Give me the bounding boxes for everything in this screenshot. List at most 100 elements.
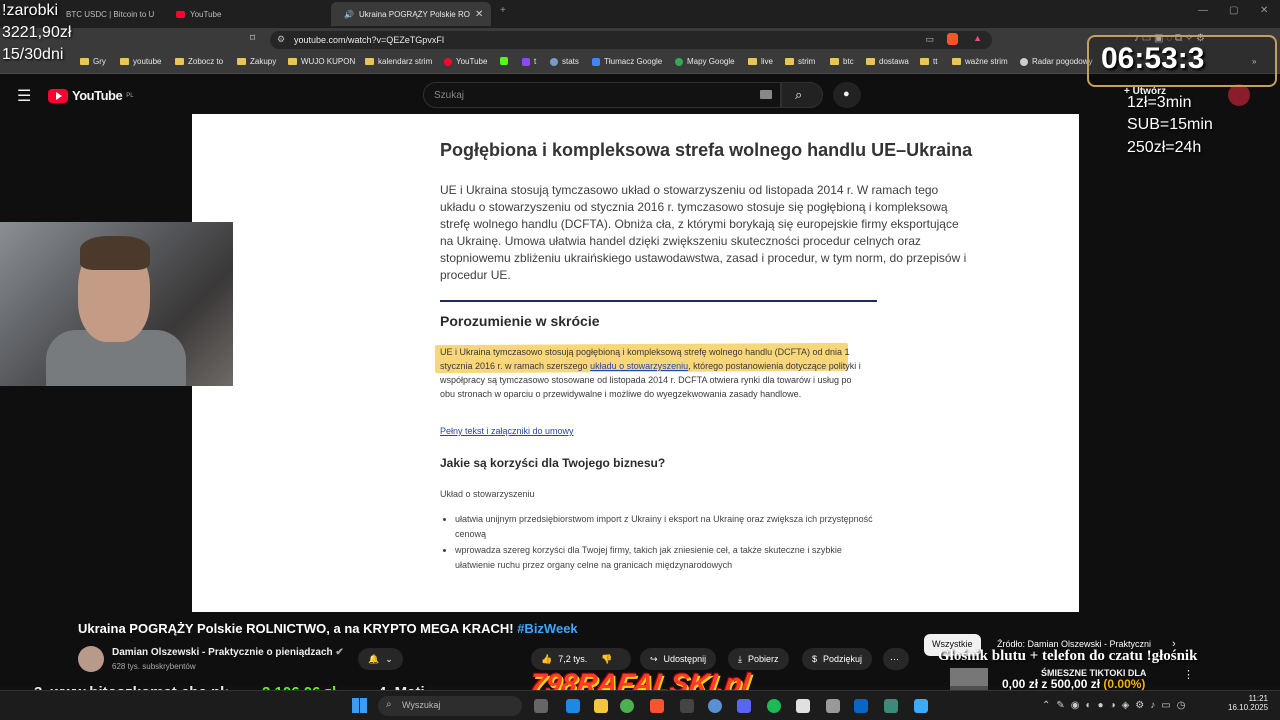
share-button[interactable]: ↪ Udostępnij [640,648,717,670]
new-tab-button[interactable]: + [500,5,506,16]
bookmark-strim[interactable]: strim [785,57,815,66]
taskbar-app-icon[interactable] [854,699,868,713]
twitch-icon [522,57,530,66]
bookmark-kalendarz[interactable]: kalendarz strim [365,57,432,66]
channel-avatar[interactable] [78,646,104,672]
taskbar-app-icon[interactable] [708,699,722,713]
search-placeholder: Szukaj [434,90,465,101]
windows-start-icon[interactable] [352,698,367,713]
voice-search-button[interactable]: ● [833,82,861,108]
calculator-icon[interactable] [826,699,840,713]
site-info-icon[interactable]: ⚙ [277,34,285,45]
bookmark-label: WUJO KUPON [301,57,356,66]
url-text: youtube.com/watch?v=QEZeTGpvxFI [294,35,445,45]
minimize-icon[interactable]: — [1198,5,1208,16]
video-hashtag[interactable]: #BizWeek [517,621,577,636]
bookmark-label: Zakupy [250,57,277,66]
search-button[interactable]: ⌕ [781,82,823,108]
menu-icon[interactable]: ☰ [17,86,31,106]
tab-active-video[interactable]: 🔊 Ukraina POGRĄŻY Polskie RO ✕ [331,2,491,26]
bookmark-twitch[interactable]: t [522,57,536,66]
close-tab-icon[interactable]: ✕ [475,9,483,20]
system-tray-icons[interactable]: ⌃✎◉◐●◑◈⚙♪▭◷ [1042,700,1191,711]
earnings-value: 3221,90zł [2,24,72,41]
taskbar-app-icon[interactable] [914,699,928,713]
bookmark-dostawa[interactable]: dostawa [866,57,909,66]
like-button[interactable]: 👍 7,2 tys. 👎 [531,648,631,670]
tab-btc[interactable]: BTC USDC | Bitcoin to U [58,2,168,26]
clock[interactable]: 11:21 16.10.2025 [1228,694,1268,712]
bookmark-wazne[interactable]: ważne strim [952,57,1008,66]
share-icon: ↪ [650,653,658,664]
more-actions-button[interactable]: ⋯ [883,648,909,670]
bookmark-btc[interactable]: btc [830,57,854,66]
clock-date: 16.10.2025 [1228,703,1269,712]
rate-per-zloty: 1zł=3min [1127,94,1192,111]
spotify-icon[interactable] [767,699,781,713]
kebab-menu-icon[interactable]: ⋮ [1183,668,1194,681]
account-avatar[interactable] [1228,84,1250,106]
bookmark-youtube[interactable]: youtube [120,57,161,66]
folder-icon [80,58,89,65]
thanks-button[interactable]: $ Podziękuj [802,648,873,670]
omnibox[interactable]: ⚙ youtube.com/watch?v=QEZeTGpvxFI ▭ ▲ [270,31,992,49]
download-label: Pobierz [747,654,779,664]
obs-icon[interactable] [796,699,810,713]
browser-tab-strip: BTC USDC | Bitcoin to U YouTube 🔊 Ukrain… [0,0,1280,28]
tab-youtube[interactable]: YouTube [168,2,328,26]
speaker-icon: 🔊 [344,9,354,19]
task-view-icon[interactable] [534,699,548,713]
bookmark-zobocz[interactable]: Zobocz to [175,57,223,66]
keyboard-icon[interactable] [760,90,772,99]
chevron-down-icon: ⌄ [385,653,393,664]
bookmark-wujo[interactable]: WUJO KUPON [288,57,355,66]
taskbar-app-icon[interactable] [884,699,898,713]
section-divider [440,300,877,302]
video-player[interactable]: Pogłębiona i kompleksowa strefa wolnego … [192,114,1079,612]
taskbar-app-icon[interactable] [566,699,580,713]
verified-icon: ✔ [335,647,344,658]
maximize-icon[interactable]: ▢ [1229,5,1238,16]
search-icon: ⌕ [795,87,803,102]
bookmark-stats[interactable]: stats [550,57,579,66]
chrome-icon[interactable] [620,699,634,713]
youtube-icon [176,10,185,18]
search-input[interactable]: Szukaj [423,82,781,108]
bookmark-tt[interactable]: tt [920,57,937,66]
more-icon: ⋯ [890,653,899,664]
taskbar-app-icon[interactable] [680,699,694,713]
thanks-icon: $ [812,654,818,664]
brave-icon[interactable] [650,699,664,713]
download-button[interactable]: ⤓ Pobierz [728,648,789,670]
document-title: Pogłębiona i kompleksowa strefa wolnego … [440,140,973,160]
bookmark-maps[interactable]: Mapy Google [675,57,735,66]
bookmark-kick[interactable] [500,57,508,65]
discord-icon[interactable] [737,699,751,713]
bookmark-radar[interactable]: Radar pogodowy [1020,57,1092,66]
cast-icon[interactable]: ▭ [925,34,934,45]
bookmark-zakupy[interactable]: Zakupy [237,57,276,66]
folder-icon [120,58,129,65]
bookmark-star-icon[interactable]: ⌑ [250,33,255,44]
bookmark-translate[interactable]: Tłumacz Google [592,57,662,66]
file-explorer-icon[interactable] [594,699,608,713]
subathon-timer: 06:53:3 [1087,35,1277,87]
youtube-logo[interactable]: YouTube PL [48,88,134,103]
taskbar-search[interactable]: ⌕ Wyszukaj [378,696,522,716]
bookmark-youtube-link[interactable]: YouTube [444,57,487,66]
channel-name[interactable]: Damian Olszewski - Praktycznie o pieniąd… [112,647,344,658]
close-window-icon[interactable]: ✕ [1260,5,1268,16]
notification-bell-button[interactable]: 🔔 ⌄ [358,648,403,670]
bookmark-label: t [534,57,537,66]
webcam-overlay [0,222,233,386]
logo-text: YouTube [72,88,123,103]
mic-icon: ● [843,88,850,100]
section-heading-benefits: Jakie są korzyści dla Twojego biznesu? [440,456,666,470]
bookmark-live[interactable]: live [748,57,773,66]
brave-shield-icon[interactable] [947,33,958,45]
bookmark-gry[interactable]: Gry [80,57,106,66]
bookmark-label: Zobocz to [188,57,224,66]
bookmark-label: strim [798,57,816,66]
bookmark-label: Radar pogodowy [1032,57,1093,66]
rewards-icon[interactable]: ▲ [973,33,982,43]
